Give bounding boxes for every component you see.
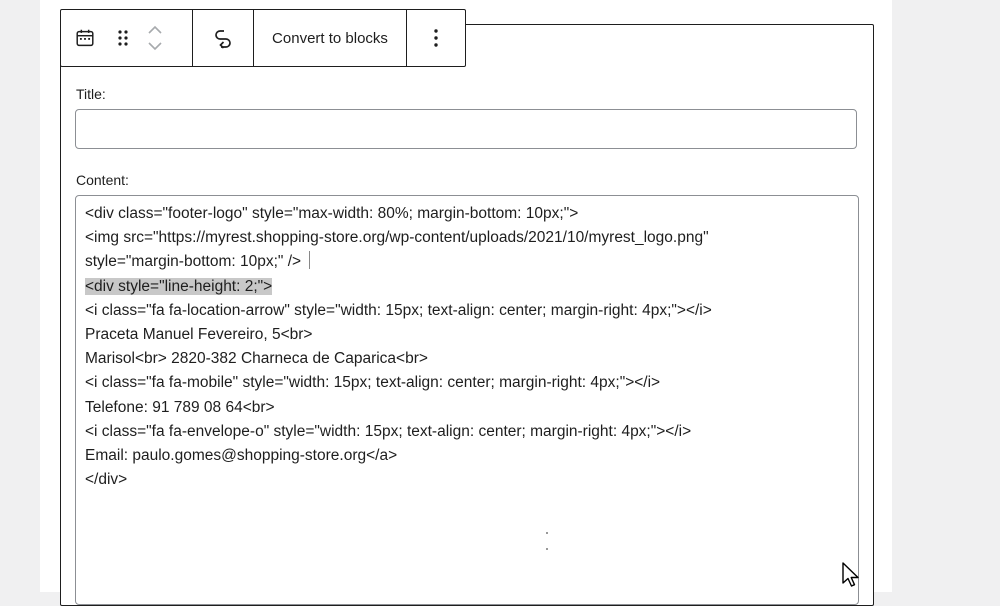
transform-icon [215,30,231,49]
code-line: <i class="fa fa-envelope-o" style="width… [85,422,692,440]
block-movers [137,10,173,66]
drag-handle-icon [118,30,128,46]
block-type-button[interactable] [61,10,109,66]
transform-button[interactable] [193,10,254,66]
selected-text: <div style="line-height: 2;"> [85,277,273,295]
block-toolbar: Convert to blocks [60,9,466,67]
block-toolbar-group-main [61,10,193,66]
code-line: <img src="https://myrest.shopping-store.… [85,229,709,247]
chevron-down-icon[interactable] [147,41,163,51]
code-line: </div> [85,471,128,489]
artifact-dot [546,532,548,534]
drag-handle-button[interactable] [109,10,137,66]
code-line-text: style="margin-bottom: 10px;" /> [85,253,302,271]
convert-to-blocks-label: Convert to blocks [272,29,388,47]
code-line: Praceta Manuel Fevereiro, 5<br> [85,326,313,344]
content-label: Content: [76,172,129,188]
code-line-selected: <div style="line-height: 2;"> [85,275,849,299]
code-line: <i class="fa fa-mobile" style="width: 15… [85,374,661,392]
title-input[interactable] [75,109,857,149]
code-line-with-caret: style="margin-bottom: 10px;" /> [85,250,849,274]
mouse-pointer-icon [842,562,859,587]
code-line: <i class="fa fa-location-arrow" style="w… [85,301,712,319]
calendar-icon [76,29,94,47]
code-line: Email: paulo.gomes@shopping-store.org</a… [85,447,398,465]
more-options-icon [434,29,438,47]
content-textarea[interactable]: <div class="footer-logo" style="max-widt… [75,195,859,605]
code-line: Marisol<br> 2820-382 Charneca de Caparic… [85,350,428,368]
text-caret [309,251,311,270]
chevron-up-icon[interactable] [147,25,163,35]
convert-to-blocks-button[interactable]: Convert to blocks [254,10,407,66]
more-options-button[interactable] [407,10,465,66]
title-label: Title: [76,86,106,102]
code-line: Telefone: 91 789 08 64<br> [85,398,275,416]
artifact-dot [546,548,548,550]
code-line: <div class="footer-logo" style="max-widt… [85,205,579,222]
